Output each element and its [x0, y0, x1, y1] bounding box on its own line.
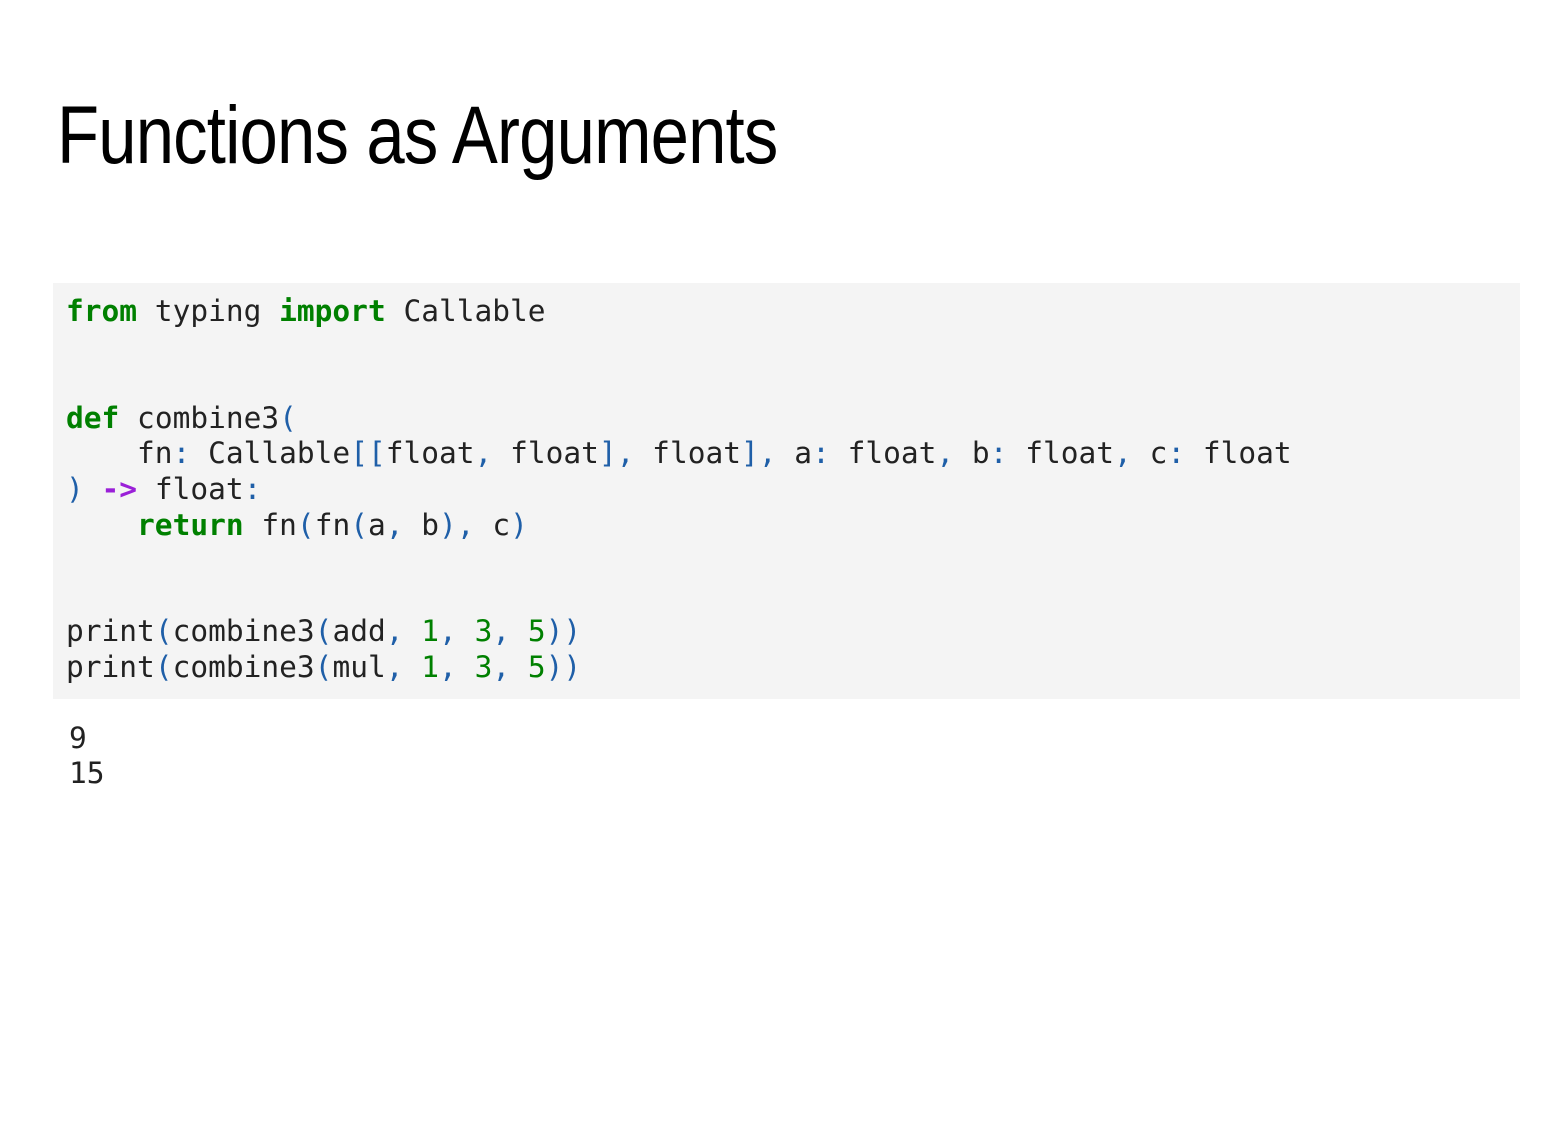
code-token: combine3	[172, 614, 315, 649]
code-line: ) -> float:	[66, 472, 1507, 508]
code-token: ))	[545, 649, 582, 684]
code-token: c	[474, 507, 511, 542]
code-output: 9 15	[69, 721, 105, 791]
code-token: float	[634, 436, 741, 471]
code-token: fn	[314, 507, 351, 542]
code-token: (	[314, 614, 333, 649]
code-token: float	[492, 436, 599, 471]
code-line: fn: Callable[[float, float], float], a: …	[66, 436, 1507, 472]
code-token: ,	[1114, 436, 1132, 471]
code-token: ,	[492, 614, 511, 649]
code-token: import	[279, 294, 386, 328]
code-token: mul	[332, 649, 386, 684]
code-token: def	[66, 400, 120, 435]
code-token: ))	[545, 614, 582, 649]
code-block[interactable]: from typing import Callable def combine3(…	[53, 283, 1520, 699]
code-token: ,	[492, 649, 511, 684]
code-token: c	[1131, 436, 1168, 471]
code-token: float	[1185, 436, 1292, 471]
code-token: ],	[741, 436, 777, 471]
code-token: )	[66, 471, 84, 506]
code-token: (	[350, 507, 368, 542]
code-line: def combine3(	[66, 401, 1507, 437]
code-token: Callable	[190, 436, 351, 471]
code-token: print	[66, 614, 155, 649]
code-line: print(combine3(mul, 1, 3, 5))	[66, 650, 1507, 686]
code-token: :	[812, 436, 830, 471]
code-token: 3	[474, 649, 493, 684]
code-token: 5	[527, 614, 546, 649]
code-token: 1	[421, 614, 440, 649]
code-token: ,	[474, 436, 493, 471]
code-token: :	[989, 436, 1008, 471]
code-token: from	[66, 294, 138, 328]
code-token: print	[66, 649, 155, 684]
code-token: 1	[421, 649, 440, 684]
code-token: float	[137, 471, 244, 506]
code-token: )	[510, 507, 528, 542]
code-line: print(combine3(add, 1, 3, 5))	[66, 614, 1507, 650]
code-line: from typing import Callable	[66, 294, 1507, 330]
output-line: 9	[69, 721, 87, 755]
code-line: return fn(fn(a, b), c)	[66, 508, 1507, 544]
code-token: ,	[385, 507, 404, 542]
code-token: fn	[243, 507, 297, 542]
code-token: ->	[101, 471, 138, 506]
code-token: (	[296, 507, 315, 542]
code-token: [[	[350, 436, 386, 471]
code-listing: from typing import Callable def combine3(…	[66, 294, 1507, 686]
code-token: return	[137, 507, 244, 542]
code-token: float	[829, 436, 937, 471]
code-token: fn	[66, 436, 173, 471]
code-token: ,	[439, 614, 457, 649]
code-token: ,	[385, 614, 404, 649]
code-token: combine3	[119, 400, 280, 435]
code-token: a	[367, 507, 386, 542]
code-token: a	[776, 436, 813, 471]
code-token: ,	[385, 649, 404, 684]
code-token: 5	[527, 649, 546, 684]
code-token: :	[243, 471, 262, 506]
slide-title: Functions as Arguments	[57, 90, 778, 181]
code-token: (	[154, 614, 173, 649]
code-token: 3	[474, 614, 493, 649]
code-token: Callable	[385, 294, 546, 328]
code-token: :	[1167, 436, 1186, 471]
code-token: b	[403, 507, 440, 542]
code-token: ,	[439, 649, 457, 684]
output-line: 15	[69, 756, 105, 790]
code-token: b	[954, 436, 990, 471]
code-token: (	[279, 400, 297, 435]
code-token: (	[154, 649, 173, 684]
code-token: ),	[439, 507, 475, 542]
code-token: ,	[936, 436, 955, 471]
code-token: float	[385, 436, 475, 471]
code-token: (	[314, 649, 333, 684]
code-token: combine3	[172, 649, 315, 684]
code-token: add	[332, 614, 386, 649]
code-token: float	[1007, 436, 1115, 471]
code-token: ],	[598, 436, 635, 471]
code-token: :	[172, 436, 191, 471]
code-token: typing	[137, 294, 280, 328]
